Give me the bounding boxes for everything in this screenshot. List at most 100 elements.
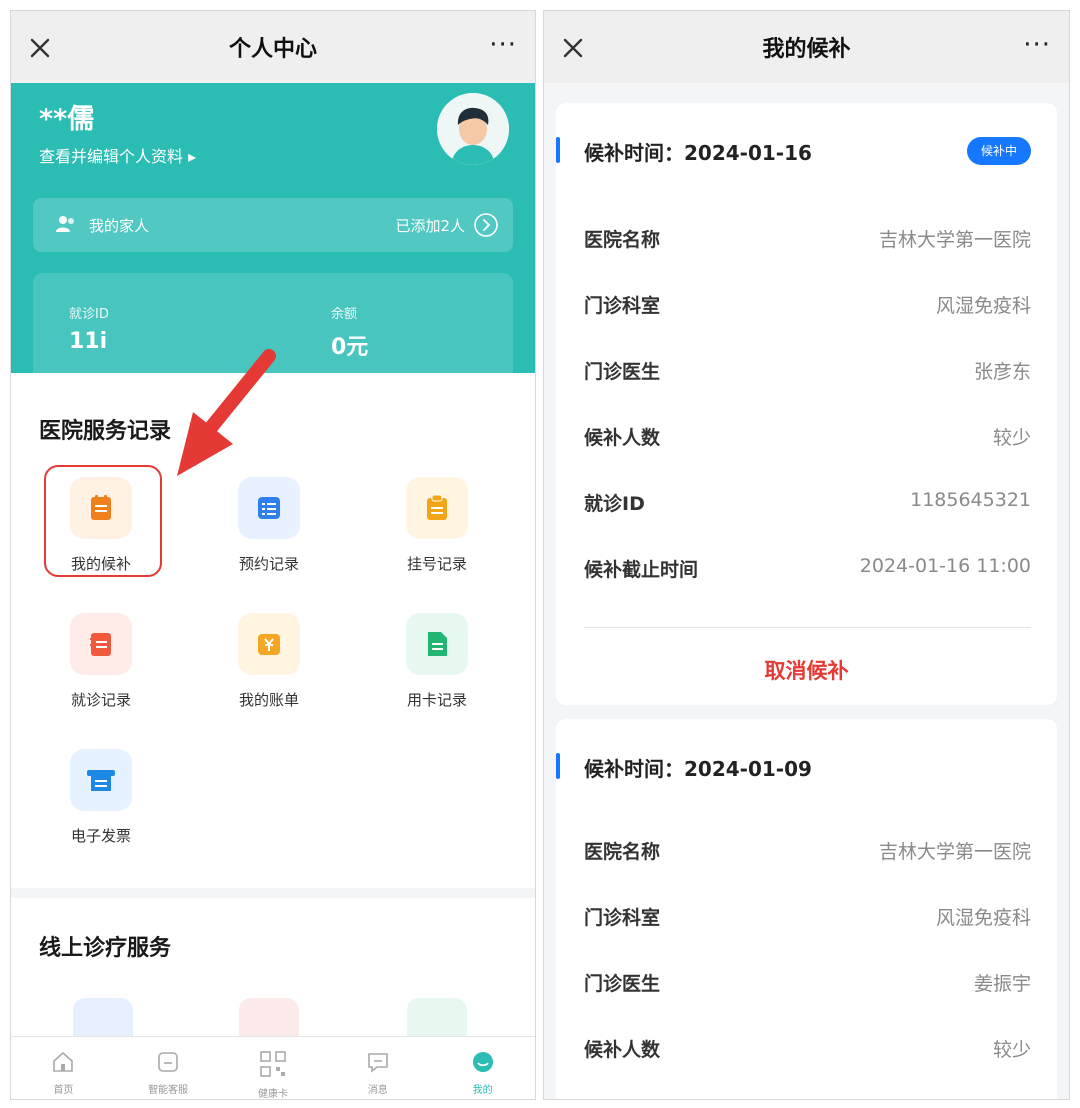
tab-label: 消息 — [367, 1085, 388, 1096]
my-family-bar[interactable]: 我的家人 已添加2人 — [33, 198, 513, 252]
row-key: 候补截止时间 — [584, 559, 699, 581]
red-arrow-icon — [177, 349, 276, 476]
service-item-e-invoice[interactable]: 电子发票 — [36, 749, 166, 846]
row-value: 风湿免疫科 — [935, 907, 1031, 929]
row-key: 医院名称 — [584, 841, 661, 863]
visit-id-value: 11i — [69, 329, 108, 354]
accent-bar — [556, 137, 560, 163]
my-waitlist-screen: 我的候补 ··· 候补时间：2024-01-16 候补中 医院名称 吉林大学第一医… — [543, 10, 1070, 1100]
service-item-registration[interactable]: 挂号记录 — [372, 477, 502, 574]
bill-icon — [258, 634, 280, 655]
row-key: 门诊科室 — [584, 907, 661, 929]
section-title: 线上诊疗服务 — [39, 936, 172, 961]
tab-health-card[interactable]: 健康卡 — [221, 1037, 326, 1099]
service-label: 预约记录 — [238, 555, 299, 573]
visit-record-icon — [90, 633, 111, 656]
service-item-visit-records[interactable]: 就诊记录 — [36, 613, 166, 710]
personal-center-screen: 个人中心 ··· **儒 查看并编辑个人资料 ▸ 我的家人 已添加2人 就诊ID… — [10, 10, 536, 1100]
more-icon[interactable]: ··· — [489, 32, 517, 58]
balance-label: 余额 — [331, 307, 358, 322]
waitlist-card: 候补时间：2024-01-09 医院名称 吉林大学第一医院 门诊科室 风湿免疫科 门… — [556, 719, 1057, 1099]
tab-label: 我的 — [472, 1085, 493, 1096]
waitlist-date: 2024-01-09 — [684, 757, 812, 781]
card-header: 候补时间：2024-01-09 — [556, 719, 1057, 819]
close-icon[interactable] — [558, 33, 588, 63]
row-value: 1185645321 — [910, 489, 1031, 511]
section-title: 医院服务记录 — [39, 419, 172, 444]
highlight-box — [44, 465, 162, 577]
waitlist-time-label: 候补时间： — [584, 757, 684, 781]
card-record-icon — [428, 632, 447, 656]
service-label: 用卡记录 — [406, 691, 467, 709]
row-value: 较少 — [992, 1039, 1031, 1061]
service-label: 就诊记录 — [70, 691, 131, 709]
titlebar: 我的候补 ··· — [544, 11, 1069, 83]
row-key: 候补人数 — [584, 1039, 661, 1061]
family-count: 已添加2人 — [395, 217, 465, 235]
row-key: 门诊科室 — [584, 295, 661, 317]
appointment-icon — [258, 497, 280, 519]
card-header: 候补时间：2024-01-16 候补中 — [556, 103, 1057, 203]
info-row: 候补人数 较少 — [584, 423, 1031, 453]
row-key: 医院名称 — [584, 229, 661, 251]
qr-code-icon — [260, 1051, 286, 1077]
info-row: 医院名称 吉林大学第一医院 — [584, 837, 1031, 867]
cancel-waitlist-button[interactable]: 取消候补 — [556, 655, 1057, 685]
online-service-icon-green[interactable] — [407, 998, 467, 1038]
info-row: 就诊ID 1185645321 — [584, 489, 1031, 519]
service-item-appointments[interactable]: 预约记录 — [204, 477, 334, 574]
invoice-icon — [87, 770, 115, 791]
info-row: 门诊科室 风湿免疫科 — [584, 291, 1031, 321]
tab-home[interactable]: 首页 — [11, 1037, 116, 1099]
page-title: 个人中心 — [228, 37, 317, 62]
online-service-icon-red[interactable] — [239, 998, 299, 1038]
waitlist-card: 候补时间：2024-01-16 候补中 医院名称 吉林大学第一医院 门诊科室 风湿免… — [556, 103, 1057, 705]
online-service-icon-blue[interactable] — [73, 998, 133, 1038]
message-icon — [367, 1053, 388, 1073]
service-item-bills[interactable]: 我的账单 — [204, 613, 334, 710]
row-value: 风湿免疫科 — [935, 295, 1031, 317]
titlebar: 个人中心 ··· — [11, 11, 535, 83]
service-item-card-records[interactable]: 用卡记录 — [372, 613, 502, 710]
waitlist-time-label: 候补时间： — [584, 141, 684, 165]
waitlist-time: 候补时间：2024-01-09 — [584, 753, 812, 782]
service-label: 我的账单 — [238, 691, 299, 709]
row-value: 姜振宇 — [973, 973, 1031, 995]
user-name: **儒 — [39, 104, 95, 135]
info-row: 医院名称 吉林大学第一医院 — [584, 225, 1031, 255]
status-badge: 候补中 — [966, 137, 1031, 165]
family-label: 我的家人 — [89, 217, 150, 235]
divider — [584, 627, 1031, 628]
info-row: 候补人数 较少 — [584, 1035, 1031, 1065]
service-label: 挂号记录 — [406, 555, 467, 573]
online-service-section: 线上诊疗服务 — [11, 898, 535, 1038]
chat-service-icon — [158, 1052, 178, 1072]
row-key: 门诊医生 — [584, 973, 661, 995]
tab-messages[interactable]: 消息 — [325, 1037, 430, 1099]
arrow-right-circle-icon[interactable] — [473, 212, 499, 238]
waitlist-date: 2024-01-16 — [684, 141, 812, 165]
info-row: 候补截止时间 2024-01-16 11:00 — [584, 555, 1031, 585]
row-key: 门诊医生 — [584, 361, 661, 383]
close-icon[interactable] — [25, 33, 55, 63]
tab-profile[interactable]: 我的 — [430, 1037, 535, 1099]
avatar[interactable] — [437, 93, 509, 165]
tab-label: 智能客服 — [148, 1085, 189, 1096]
waitlist-time: 候补时间：2024-01-16 — [584, 137, 812, 166]
row-value: 张彦东 — [973, 361, 1031, 383]
tab-label: 首页 — [53, 1085, 74, 1096]
edit-profile-link[interactable]: 查看并编辑个人资料 ▸ — [39, 143, 196, 167]
balance-value: 0元 — [331, 335, 369, 360]
more-icon[interactable]: ··· — [1023, 32, 1051, 58]
tab-chat-service[interactable]: 智能客服 — [116, 1037, 221, 1099]
row-value: 较少 — [992, 427, 1031, 449]
info-row: 门诊医生 张彦东 — [584, 357, 1031, 387]
service-label: 电子发票 — [70, 827, 131, 845]
visit-id-label: 就诊ID — [69, 307, 109, 322]
profile-icon — [472, 1052, 493, 1072]
accent-bar — [556, 753, 560, 779]
home-icon — [53, 1051, 74, 1072]
row-key: 就诊ID — [584, 493, 645, 515]
registration-icon — [427, 494, 447, 520]
page-title: 我的候补 — [762, 37, 851, 62]
